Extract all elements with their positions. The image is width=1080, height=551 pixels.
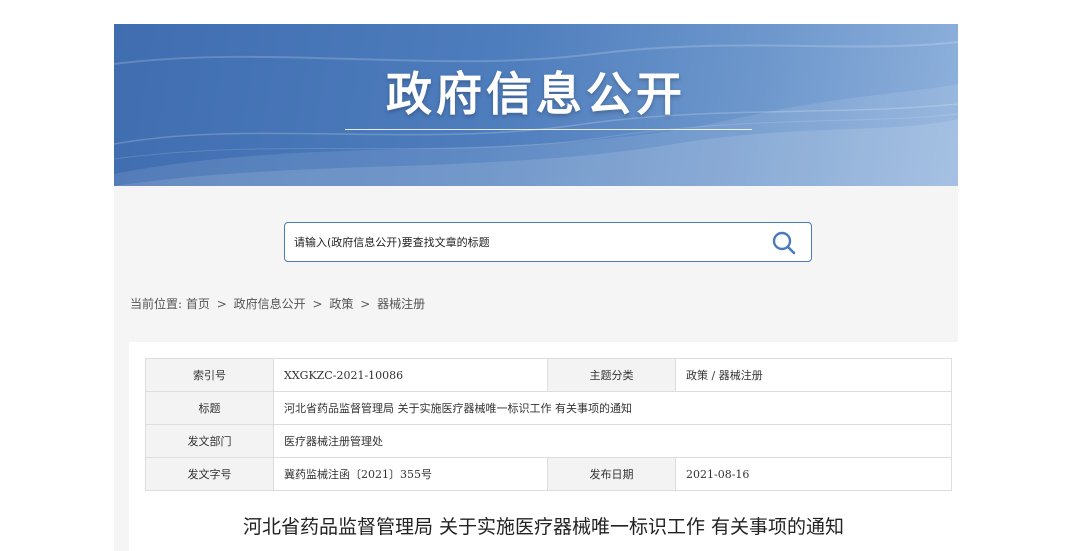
- page-container: 政府信息公开 当前位置: 首页 > 政府信息公开 > 政策 > 器械注册 索引号…: [114, 24, 958, 551]
- breadcrumb-separator: >: [360, 297, 371, 311]
- breadcrumb-item-policy[interactable]: 政策: [329, 297, 353, 311]
- search-icon: [772, 231, 796, 255]
- index-value: XXGKZC-2021-10086: [273, 358, 548, 392]
- breadcrumb-separator: >: [312, 297, 323, 311]
- topic-value: 政策 / 器械注册: [675, 358, 952, 392]
- search-input[interactable]: [294, 223, 754, 261]
- title-value: 河北省药品监督管理局 关于实施医疗器械唯一标识工作 有关事项的通知: [273, 391, 952, 425]
- banner-divider: [345, 129, 752, 130]
- table-row: 发文部门 医疗器械注册管理处: [145, 424, 952, 458]
- breadcrumb-item-home[interactable]: 首页: [186, 297, 210, 311]
- breadcrumb-separator: >: [216, 297, 227, 311]
- search-bar: [284, 222, 812, 262]
- table-row: 标题 河北省药品监督管理局 关于实施医疗器械唯一标识工作 有关事项的通知: [145, 391, 952, 425]
- document-number-value: 冀药监械注函〔2021〕355号: [273, 457, 548, 491]
- article-card: 索引号 XXGKZC-2021-10086 主题分类 政策 / 器械注册 标题 …: [129, 342, 958, 551]
- table-row: 索引号 XXGKZC-2021-10086 主题分类 政策 / 器械注册: [145, 358, 952, 392]
- breadcrumb-item-device-registration[interactable]: 器械注册: [377, 297, 425, 311]
- index-label: 索引号: [145, 358, 274, 392]
- breadcrumb: 当前位置: 首页 > 政府信息公开 > 政策 > 器械注册: [130, 295, 425, 312]
- title-label: 标题: [145, 391, 274, 425]
- search-button[interactable]: [771, 230, 797, 256]
- table-row: 发文字号 冀药监械注函〔2021〕355号 发布日期 2021-08-16: [145, 457, 952, 491]
- article-title: 河北省药品监督管理局 关于实施医疗器械唯一标识工作 有关事项的通知: [242, 516, 845, 538]
- publish-date-label: 发布日期: [547, 457, 676, 491]
- metadata-table: 索引号 XXGKZC-2021-10086 主题分类 政策 / 器械注册 标题 …: [145, 358, 952, 491]
- banner-title: 政府信息公开: [386, 67, 686, 121]
- publish-date-value: 2021-08-16: [675, 457, 952, 491]
- breadcrumb-item-gov-info[interactable]: 政府信息公开: [234, 297, 306, 311]
- document-number-label: 发文字号: [145, 457, 274, 491]
- department-value: 医疗器械注册管理处: [273, 424, 952, 458]
- topic-label: 主题分类: [547, 358, 676, 392]
- department-label: 发文部门: [145, 424, 274, 458]
- header-banner: 政府信息公开: [114, 24, 958, 186]
- breadcrumb-label: 当前位置:: [130, 297, 183, 311]
